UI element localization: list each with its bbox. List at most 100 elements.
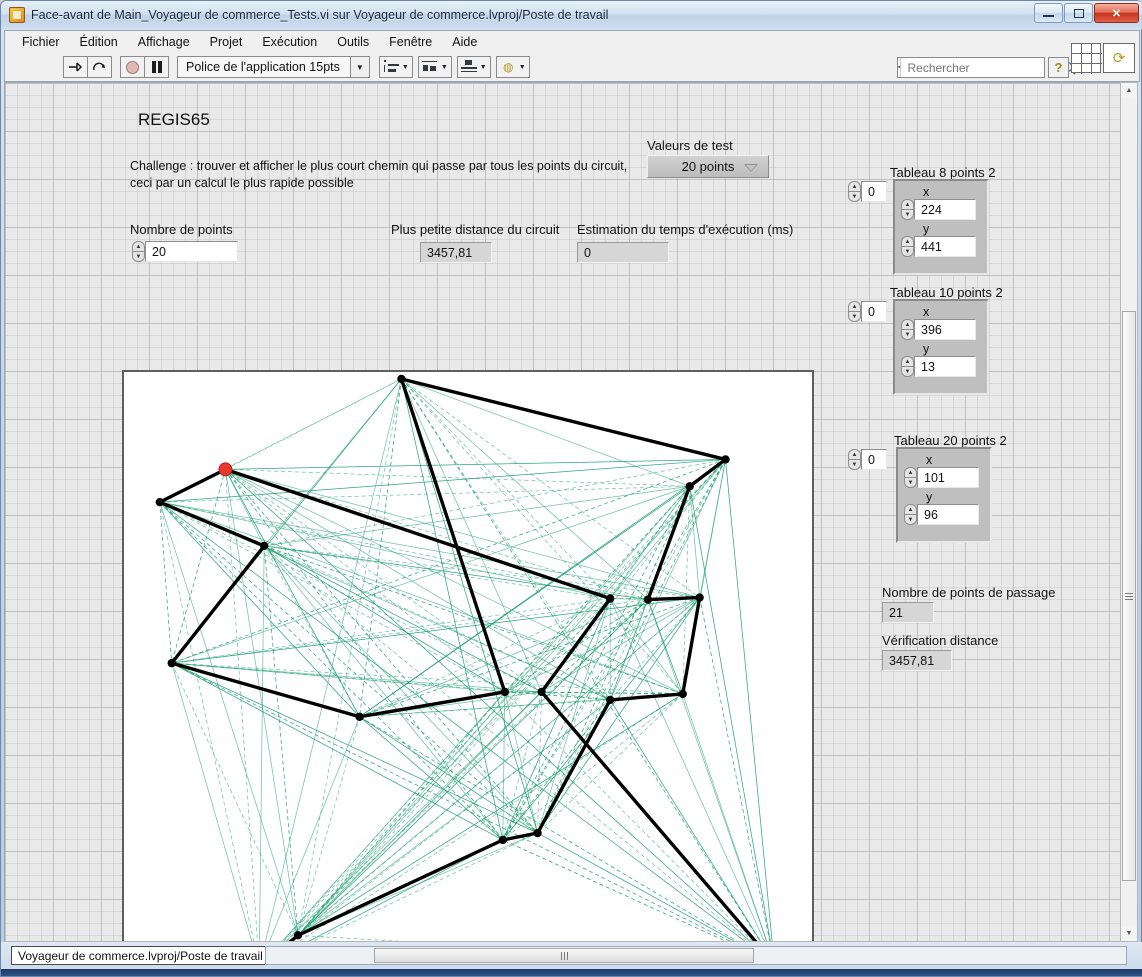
point-count-control[interactable]: ▲ ▼ 20 <box>132 241 238 262</box>
stepper-up-icon[interactable]: ▲ <box>901 319 914 329</box>
array-index-value[interactable]: 0 <box>861 301 887 322</box>
stepper-up-icon[interactable]: ▲ <box>848 301 861 311</box>
array-y-value[interactable]: 13 <box>914 356 976 377</box>
refresh-icon[interactable]: ⟳ <box>1103 43 1135 73</box>
array-index-control[interactable]: ▲ ▼ 0 <box>848 301 887 322</box>
array-index-control[interactable]: ▲ ▼ 0 <box>848 449 887 470</box>
abort-execution-icon[interactable] <box>120 56 145 78</box>
menu-aide[interactable]: Aide <box>443 32 486 52</box>
stepper-up-icon[interactable]: ▲ <box>132 241 145 251</box>
array-y-label: y <box>923 222 930 236</box>
chevron-down-icon: ▼ <box>440 63 448 71</box>
waypoint-count-indicator: 21 <box>882 602 934 623</box>
stepper-down-icon[interactable]: ▼ <box>901 366 914 377</box>
application-font-selector[interactable]: Police de l'application 15pts ▼ <box>177 56 370 78</box>
stepper-up-icon[interactable]: ▲ <box>848 181 861 191</box>
menu-projet[interactable]: Projet <box>201 32 252 52</box>
stepper-down-icon[interactable]: ▼ <box>904 477 917 488</box>
array-y-row[interactable]: ▲ ▼ 13 <box>901 356 981 377</box>
close-button[interactable]: ✕ <box>1094 3 1139 23</box>
array-x-row[interactable]: ▲ ▼ 396 <box>901 319 981 340</box>
array-title: Tableau 8 points 2 <box>890 165 996 180</box>
array-x-value[interactable]: 101 <box>917 467 979 488</box>
statusbar-scrollbar[interactable] <box>265 946 1127 965</box>
graph-node <box>605 594 615 603</box>
array-index-control[interactable]: ▲ ▼ 0 <box>848 181 887 202</box>
array-index-stepper[interactable]: ▲ ▼ <box>848 449 861 470</box>
stepper-up-icon[interactable]: ▲ <box>901 236 914 246</box>
stepper-down-icon[interactable]: ▼ <box>904 514 917 525</box>
array-x-stepper[interactable]: ▲ ▼ <box>904 467 917 488</box>
front-panel: REGIS65 Challenge : trouver et afficher … <box>4 82 1121 942</box>
menu-execution[interactable]: Exécution <box>253 32 326 52</box>
stepper-down-icon[interactable]: ▼ <box>132 251 145 262</box>
array-y-stepper[interactable]: ▲ ▼ <box>904 504 917 525</box>
minimize-button[interactable] <box>1034 3 1063 23</box>
stepper-down-icon[interactable]: ▼ <box>901 209 914 220</box>
stepper-up-icon[interactable]: ▲ <box>901 356 914 366</box>
menu-outils[interactable]: Outils <box>328 32 378 52</box>
menu-edition[interactable]: Édition <box>71 32 127 52</box>
array-y-stepper[interactable]: ▲ ▼ <box>901 236 914 257</box>
run-continuously-icon[interactable] <box>87 56 112 78</box>
statusbar-scroll-thumb[interactable] <box>374 948 754 963</box>
chevron-down-icon[interactable]: ▼ <box>349 57 369 77</box>
stepper-down-icon[interactable]: ▼ <box>848 191 861 202</box>
array-y-row[interactable]: ▲ ▼ 441 <box>901 236 981 257</box>
search-input[interactable] <box>901 60 1063 75</box>
array-index-stepper[interactable]: ▲ ▼ <box>848 301 861 322</box>
array-x-row[interactable]: ▲ ▼ 101 <box>904 467 984 488</box>
search-box[interactable]: ▪ <box>897 57 1077 78</box>
stepper-up-icon[interactable]: ▲ <box>904 504 917 514</box>
array-y-value[interactable]: 441 <box>914 236 976 257</box>
array-index-value[interactable]: 0 <box>861 181 887 202</box>
menu-affichage[interactable]: Affichage <box>129 32 199 52</box>
stepper-down-icon[interactable]: ▼ <box>901 246 914 257</box>
array-y-value[interactable]: 96 <box>917 504 979 525</box>
graph-node <box>293 931 303 940</box>
vertical-scrollbar[interactable]: ▲ ▼ <box>1120 82 1138 942</box>
scroll-up-icon[interactable]: ▲ <box>1121 83 1137 98</box>
grid-icon[interactable] <box>1071 43 1102 74</box>
array-x-stepper[interactable]: ▲ ▼ <box>901 319 914 340</box>
point-count-stepper[interactable]: ▲ ▼ <box>132 241 145 262</box>
distribute-objects-icon[interactable]: ▼ <box>417 56 452 78</box>
menu-fenetre[interactable]: Fenêtre <box>380 32 441 52</box>
test-values-ring[interactable]: 20 points <box>647 155 769 178</box>
array-x-stepper[interactable]: ▲ ▼ <box>901 199 914 220</box>
maximize-button[interactable] <box>1064 3 1093 23</box>
tsp-graph[interactable] <box>122 370 814 941</box>
graph-node <box>167 658 176 668</box>
reorder-objects-icon[interactable]: ◍ ▼ <box>495 56 530 78</box>
titlebar: Face-avant de Main_Voyageur de commerce_… <box>1 1 1142 29</box>
vertical-scroll-thumb[interactable] <box>1122 311 1136 881</box>
stepper-up-icon[interactable]: ▲ <box>901 199 914 209</box>
stepper-up-icon[interactable]: ▲ <box>848 449 861 459</box>
page-title: REGIS65 <box>138 110 210 129</box>
stepper-down-icon[interactable]: ▼ <box>848 311 861 322</box>
point-count-input[interactable]: 20 <box>145 241 238 262</box>
stepper-down-icon[interactable]: ▼ <box>848 459 861 470</box>
array-y-row[interactable]: ▲ ▼ 96 <box>904 504 984 525</box>
project-context-label[interactable]: Voyageur de commerce.lvproj/Poste de tra… <box>11 946 270 965</box>
scroll-down-icon[interactable]: ▼ <box>1121 926 1137 941</box>
array-x-value[interactable]: 396 <box>914 319 976 340</box>
array-x-value[interactable]: 224 <box>914 199 976 220</box>
graph-node <box>721 455 730 464</box>
array-index-stepper[interactable]: ▲ ▼ <box>848 181 861 202</box>
array-index-value[interactable]: 0 <box>861 449 887 470</box>
test-values-selected: 20 points <box>681 159 735 174</box>
window-controls: ✕ <box>1034 3 1139 23</box>
graph-node <box>678 689 687 699</box>
shortest-tour-layer <box>158 377 758 941</box>
context-help-icon[interactable]: ? <box>1048 57 1069 78</box>
array-y-stepper[interactable]: ▲ ▼ <box>901 356 914 377</box>
pause-icon[interactable] <box>144 56 169 78</box>
stepper-down-icon[interactable]: ▼ <box>901 329 914 340</box>
align-objects-icon[interactable]: ▼ <box>378 56 413 78</box>
resize-objects-icon[interactable]: ▼ <box>456 56 491 78</box>
run-arrow-icon[interactable] <box>63 56 88 78</box>
menu-fichier[interactable]: Fichier <box>13 32 69 52</box>
array-x-row[interactable]: ▲ ▼ 224 <box>901 199 981 220</box>
stepper-up-icon[interactable]: ▲ <box>904 467 917 477</box>
